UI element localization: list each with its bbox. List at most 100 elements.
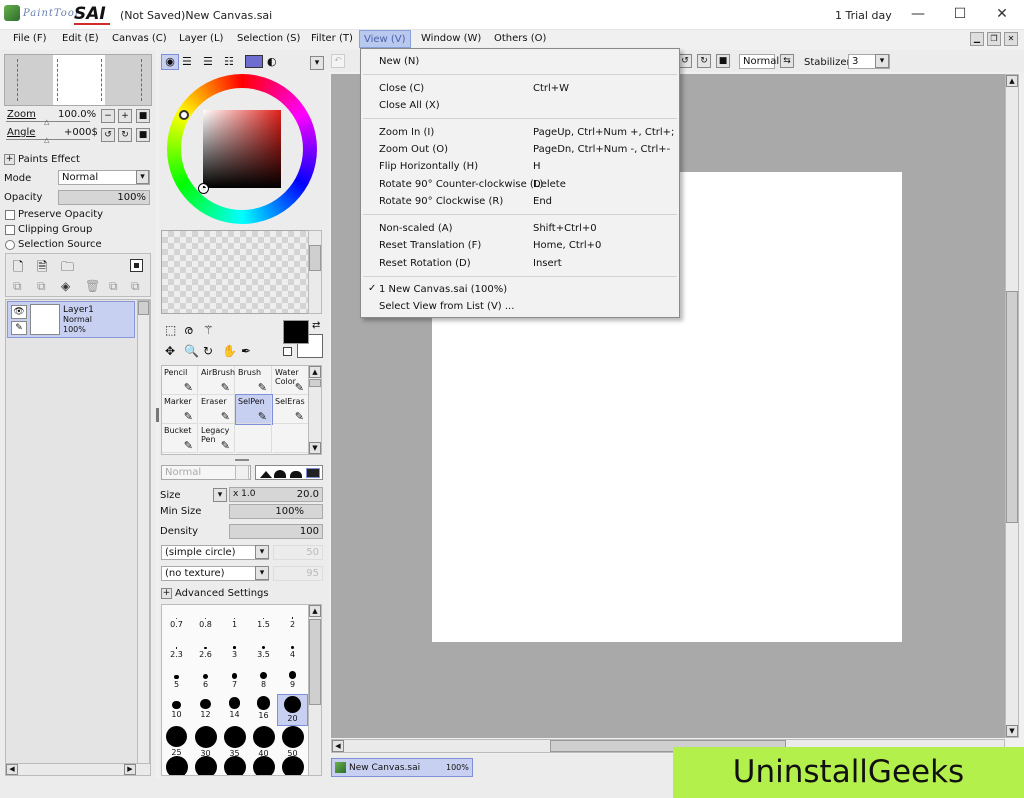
brush-size-30[interactable]: 30 bbox=[191, 725, 220, 758]
zoom-icon[interactable]: 🔍 bbox=[184, 344, 199, 358]
saturation-handle[interactable] bbox=[198, 183, 209, 194]
zoom-out-button[interactable]: − bbox=[101, 109, 115, 123]
scroll-up-icon[interactable]: ▲ bbox=[1006, 75, 1018, 87]
brush-shape-strength[interactable]: 50 bbox=[273, 545, 323, 560]
menu-layer[interactable]: Layer (L) bbox=[175, 30, 227, 48]
brush-size-1.5[interactable]: 1.5 bbox=[249, 605, 278, 635]
menu-canvas[interactable]: Canvas (C) bbox=[108, 30, 171, 48]
scroll-right-icon[interactable]: ▶ bbox=[124, 764, 136, 775]
eyedropper-icon[interactable]: ✒ bbox=[241, 344, 251, 358]
tool-seleras[interactable]: SelEras ✎ bbox=[273, 395, 309, 424]
hue-handle[interactable] bbox=[179, 110, 189, 120]
canvas-vscrollbar[interactable]: ▲ ▼ bbox=[1005, 74, 1019, 738]
new-layer-icon[interactable]: 🗋 bbox=[13, 258, 23, 280]
brush-size-20[interactable]: 20 bbox=[277, 694, 308, 726]
mdi-minimize-button[interactable]: ▁ bbox=[970, 32, 984, 46]
brush-size-2[interactable]: 2 bbox=[278, 605, 307, 635]
brush-size-5[interactable]: 5 bbox=[162, 665, 191, 695]
layer-mask-icon[interactable] bbox=[130, 259, 143, 272]
selection-source-radio[interactable] bbox=[5, 240, 15, 250]
brush-texture-select[interactable]: (no texture) bbox=[161, 566, 269, 581]
brush-size-12[interactable]: 12 bbox=[191, 695, 220, 725]
scroll-down-icon[interactable]: ▼ bbox=[309, 442, 321, 454]
tool-grid-resize-handle[interactable] bbox=[235, 459, 249, 461]
color-wheel-icon[interactable]: ◉ bbox=[161, 54, 179, 70]
brush-size-scrollbar-thumb[interactable] bbox=[309, 619, 321, 705]
angle-slider-handle[interactable]: △ bbox=[44, 136, 49, 144]
zoom-reset-button[interactable]: ■ bbox=[136, 109, 150, 123]
tool-marker[interactable]: Marker ✎ bbox=[162, 395, 198, 424]
menu-item-non-scaled[interactable]: Non-scaled (A) bbox=[379, 223, 452, 234]
brush-size-60[interactable]: 60 bbox=[162, 755, 191, 775]
tool-legacy-pen[interactable]: Legacy Pen ✎ bbox=[199, 424, 235, 453]
menu-item-select-view-from-list[interactable]: Select View from List (V) ... bbox=[379, 301, 514, 312]
edge-hard-icon[interactable] bbox=[260, 471, 272, 478]
navigator-preview[interactable] bbox=[4, 54, 152, 106]
chevron-down-icon[interactable] bbox=[235, 465, 249, 480]
brush-shape-select[interactable]: (simple circle) bbox=[161, 545, 269, 560]
rect-select-icon[interactable]: ⬚ bbox=[165, 323, 176, 337]
canvas-vscrollbar-thumb[interactable] bbox=[1006, 291, 1018, 523]
rotate-ccw-button[interactable]: ↺ bbox=[101, 128, 115, 142]
delete-layer-icon[interactable]: 🗑 bbox=[85, 279, 100, 293]
edge-flat-icon[interactable] bbox=[306, 468, 320, 478]
scroll-up-icon[interactable]: ▲ bbox=[309, 605, 321, 617]
menu-item-rotate-cw[interactable]: Rotate 90° Clockwise (R) bbox=[379, 196, 503, 207]
hsv-slider-icon[interactable]: ☰ bbox=[203, 55, 213, 68]
new-folder-icon[interactable]: 🗀 bbox=[61, 258, 74, 280]
menu-item-rotate-ccw[interactable]: Rotate 90° Counter-clockwise (L) bbox=[379, 179, 543, 190]
clipping-group-checkbox[interactable] bbox=[5, 225, 15, 235]
tool-grid-scrollbar[interactable]: ▲ ▼ bbox=[308, 365, 322, 455]
rgb-slider-icon[interactable]: ☰ bbox=[182, 55, 192, 68]
canvas-tab[interactable]: New Canvas.sai 100% bbox=[331, 758, 473, 777]
chevron-down-icon[interactable]: ▾ bbox=[213, 488, 227, 502]
brush-size-0.8[interactable]: 0.8 bbox=[191, 605, 220, 635]
brush-size-35[interactable]: 35 bbox=[220, 725, 249, 758]
color-wheel[interactable] bbox=[167, 74, 317, 224]
maximize-button[interactable]: ☐ bbox=[942, 4, 978, 24]
brush-size-2.3[interactable]: 2.3 bbox=[162, 635, 191, 665]
scroll-left-icon[interactable]: ◀ bbox=[332, 740, 344, 752]
menu-edit[interactable]: Edit (E) bbox=[58, 30, 103, 48]
brush-size-14[interactable]: 14 bbox=[220, 695, 249, 725]
preserve-opacity-checkbox[interactable] bbox=[5, 210, 15, 220]
brush-size-120[interactable]: 120 bbox=[278, 755, 307, 775]
color-mixer-icon[interactable]: ☷ bbox=[224, 55, 234, 68]
swatch-area[interactable] bbox=[161, 230, 311, 314]
chevron-down-icon[interactable]: ▾ bbox=[136, 170, 149, 184]
scroll-up-icon[interactable]: ▲ bbox=[309, 366, 321, 378]
flip-icon[interactable]: ⇆ bbox=[780, 54, 794, 68]
reset-colors-icon[interactable] bbox=[283, 347, 292, 356]
menu-item-reset-rotation[interactable]: Reset Rotation (D) bbox=[379, 258, 471, 269]
menu-item-zoom-out[interactable]: Zoom Out (O) bbox=[379, 144, 448, 155]
tool-bucket[interactable]: Bucket ✎ bbox=[162, 424, 198, 453]
brush-size-9[interactable]: 9 bbox=[278, 665, 307, 695]
brush-edge-selector[interactable] bbox=[255, 465, 323, 480]
scroll-left-icon[interactable]: ◀ bbox=[6, 764, 18, 775]
brush-size-80[interactable]: 80 bbox=[220, 755, 249, 775]
tool-airbrush[interactable]: AirBrush ✎ bbox=[199, 366, 235, 395]
tool-grid-scrollbar-thumb[interactable] bbox=[309, 379, 321, 387]
zoom-in-button[interactable]: + bbox=[118, 109, 132, 123]
min-size-slider[interactable]: 100% bbox=[229, 504, 323, 519]
stop-button[interactable]: ■ bbox=[716, 54, 730, 68]
transfer-down-icon[interactable]: ⧉ bbox=[13, 279, 22, 294]
menu-item-close-all[interactable]: Close All (X) bbox=[379, 100, 440, 111]
primary-color-swatch[interactable] bbox=[283, 320, 309, 344]
scratchpad-icon[interactable]: ◐ bbox=[267, 55, 277, 68]
tool-brush[interactable]: Brush ✎ bbox=[236, 366, 272, 395]
brush-size-3[interactable]: 3 bbox=[220, 635, 249, 665]
size-slider[interactable]: x 1.0 20.0 bbox=[229, 487, 323, 502]
menu-window[interactable]: Window (W) bbox=[417, 30, 485, 48]
hand-icon[interactable]: ✋ bbox=[222, 344, 237, 358]
rotate-cw-tool-button[interactable]: ↻ bbox=[697, 54, 711, 68]
pen-icon[interactable]: ✎ bbox=[11, 321, 27, 335]
rotate-ccw-tool-button[interactable]: ↺ bbox=[678, 54, 692, 68]
chevron-down-icon[interactable]: ▾ bbox=[310, 56, 324, 70]
brush-size-3.5[interactable]: 3.5 bbox=[249, 635, 278, 665]
eye-icon[interactable]: 👁 bbox=[11, 305, 27, 319]
brush-size-50[interactable]: 50 bbox=[278, 725, 307, 758]
brush-size-0.7[interactable]: 0.7 bbox=[162, 605, 191, 635]
brush-size-100[interactable]: 100 bbox=[249, 755, 278, 775]
swatch-scrollbar-thumb[interactable] bbox=[309, 245, 321, 271]
